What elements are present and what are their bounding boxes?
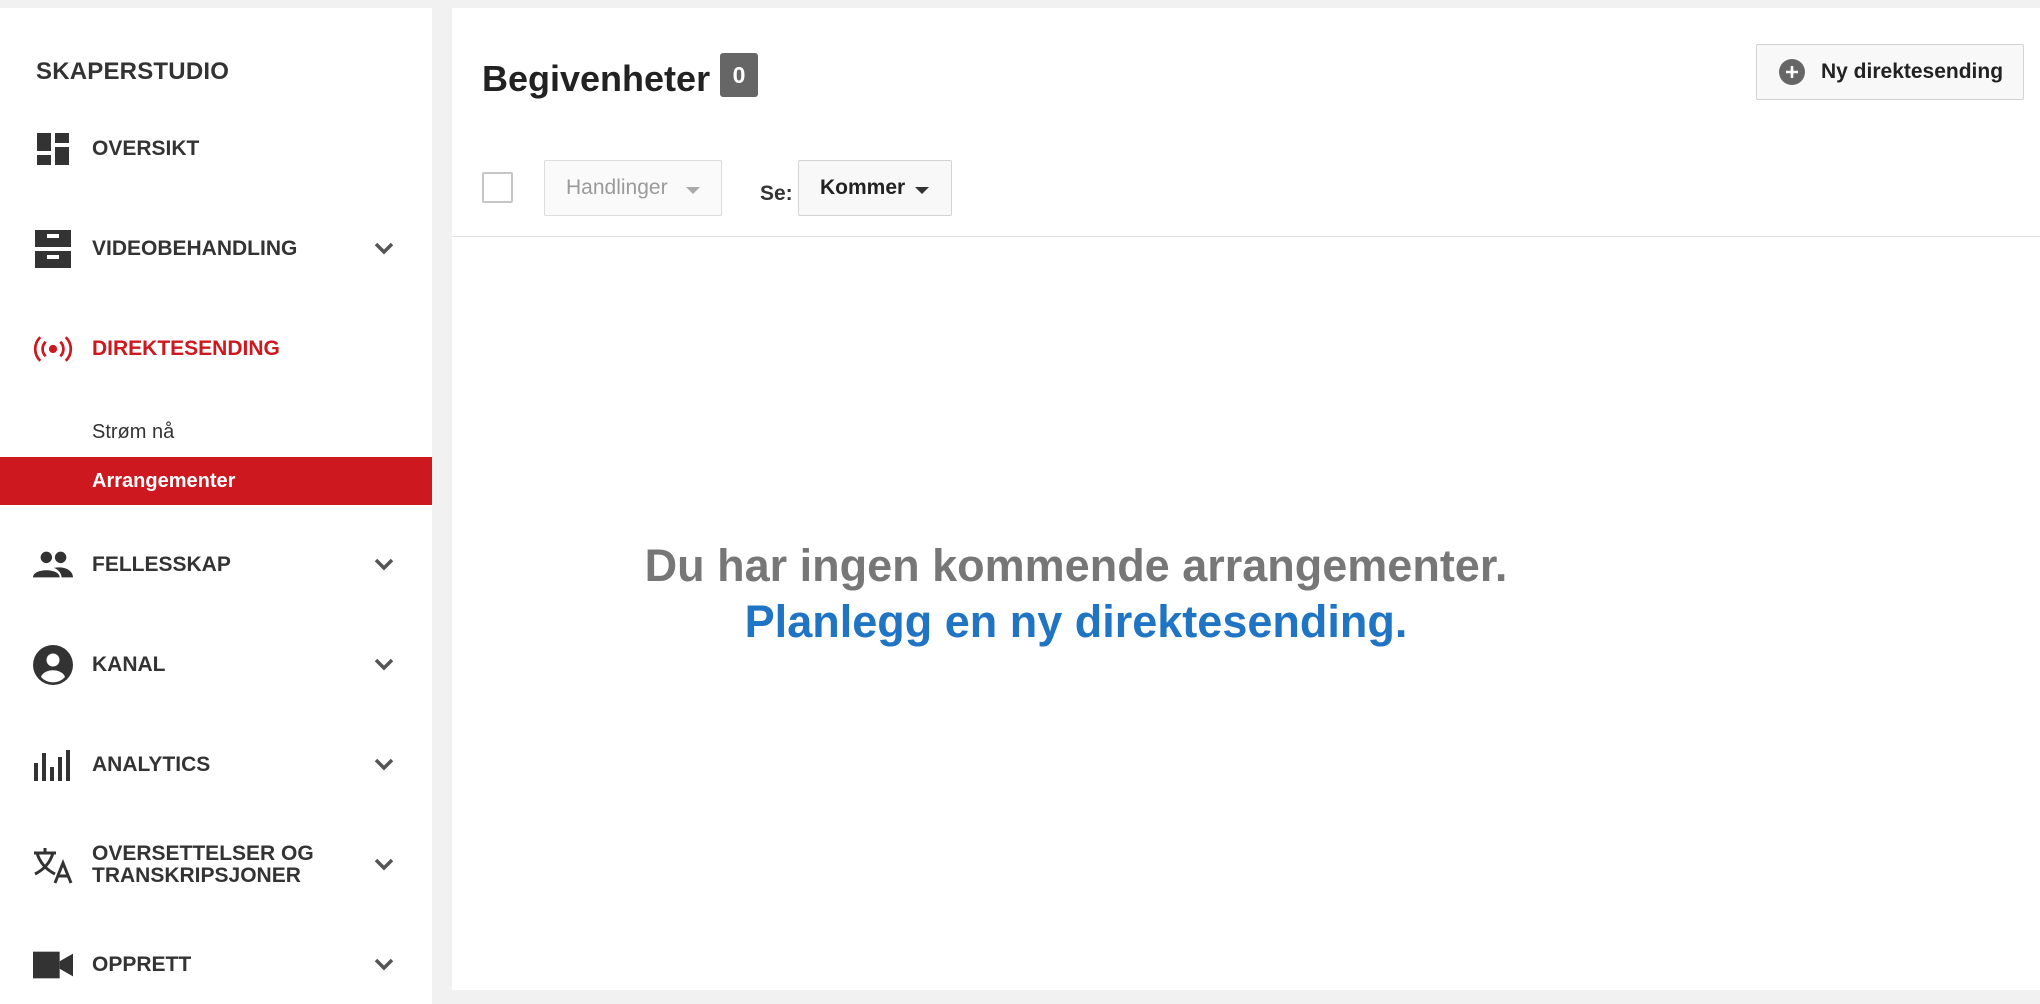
toolbar-divider bbox=[452, 236, 2040, 237]
sidebar-item-label: VIDEOBEHANDLING bbox=[92, 237, 298, 260]
chevron-down-icon[interactable] bbox=[372, 653, 396, 677]
sidebar-subitem-stream-now[interactable]: Strøm nå bbox=[0, 408, 432, 456]
brand-title: SKAPERSTUDIO bbox=[36, 58, 230, 85]
select-all-checkbox[interactable] bbox=[482, 172, 513, 203]
new-live-stream-label: Ny direktesending bbox=[1821, 60, 2004, 83]
chevron-down-icon[interactable] bbox=[372, 753, 396, 777]
caret-down-icon bbox=[915, 187, 929, 194]
main-panel: Begivenheter 0 Ny direktesending Handlin… bbox=[452, 8, 2040, 990]
dashboard-icon bbox=[33, 129, 73, 169]
actions-label: Handlinger bbox=[566, 176, 668, 199]
chevron-down-icon[interactable] bbox=[372, 853, 396, 877]
sidebar-subitem-label: Arrangementer bbox=[92, 469, 236, 492]
events-count-badge: 0 bbox=[720, 53, 758, 97]
sidebar-item-label: ANALYTICS bbox=[92, 753, 211, 776]
add-circle-icon bbox=[1779, 59, 1805, 85]
sidebar-item-label: OVERSETTELSER OG TRANSKRIPSJONER bbox=[92, 842, 314, 887]
sidebar-subitem-events[interactable]: Arrangementer bbox=[0, 457, 432, 505]
chevron-down-icon[interactable] bbox=[372, 953, 396, 977]
sidebar-item-label: KANAL bbox=[92, 653, 166, 676]
new-live-stream-button[interactable]: Ny direktesending bbox=[1756, 44, 2024, 100]
filter-value: Kommer bbox=[820, 176, 906, 199]
sidebar-item-community[interactable]: FELLESSKAP bbox=[0, 533, 432, 597]
video-manager-icon bbox=[33, 229, 73, 269]
creator-studio-page: SKAPERSTUDIO OVERSIKT VIDEOBEHANDLING DI… bbox=[0, 0, 2040, 1004]
schedule-live-stream-link[interactable]: Planlegg en ny direktesending. bbox=[745, 594, 1408, 650]
community-icon bbox=[33, 545, 73, 585]
sidebar: SKAPERSTUDIO OVERSIKT VIDEOBEHANDLING DI… bbox=[0, 8, 432, 1004]
sidebar-item-channel[interactable]: KANAL bbox=[0, 633, 432, 697]
account-circle-icon bbox=[33, 645, 73, 685]
sidebar-item-video-manager[interactable]: VIDEOBEHANDLING bbox=[0, 217, 432, 281]
sidebar-item-label: DIREKTESENDING bbox=[92, 337, 280, 360]
sidebar-item-label: FELLESSKAP bbox=[92, 553, 231, 576]
filter-dropdown[interactable]: Kommer bbox=[798, 160, 952, 216]
page-title: Begivenheter bbox=[482, 58, 711, 99]
sidebar-subitem-label: Strøm nå bbox=[92, 420, 175, 443]
chevron-down-icon[interactable] bbox=[372, 553, 396, 577]
analytics-icon bbox=[33, 745, 73, 785]
chevron-down-icon[interactable] bbox=[372, 237, 396, 261]
sidebar-item-label: OVERSIKT bbox=[92, 137, 200, 160]
sidebar-item-translations[interactable]: OVERSETTELSER OG TRANSKRIPSJONER bbox=[0, 833, 432, 897]
live-broadcast-icon bbox=[33, 329, 73, 369]
sidebar-item-create[interactable]: OPPRETT bbox=[0, 933, 432, 997]
translate-icon bbox=[33, 845, 73, 885]
sidebar-item-analytics[interactable]: ANALYTICS bbox=[0, 733, 432, 797]
empty-state: Du har ingen kommende arrangementer. Pla… bbox=[452, 538, 2040, 650]
video-camera-icon bbox=[33, 945, 73, 985]
empty-state-message: Du har ingen kommende arrangementer. bbox=[644, 540, 1508, 591]
actions-dropdown[interactable]: Handlinger bbox=[544, 160, 722, 216]
sidebar-item-overview[interactable]: OVERSIKT bbox=[0, 117, 432, 181]
sidebar-item-label: OPPRETT bbox=[92, 953, 192, 976]
sidebar-item-live[interactable]: DIREKTESENDING bbox=[0, 317, 432, 381]
filter-label: Se: bbox=[760, 182, 793, 205]
caret-down-icon bbox=[686, 187, 700, 194]
